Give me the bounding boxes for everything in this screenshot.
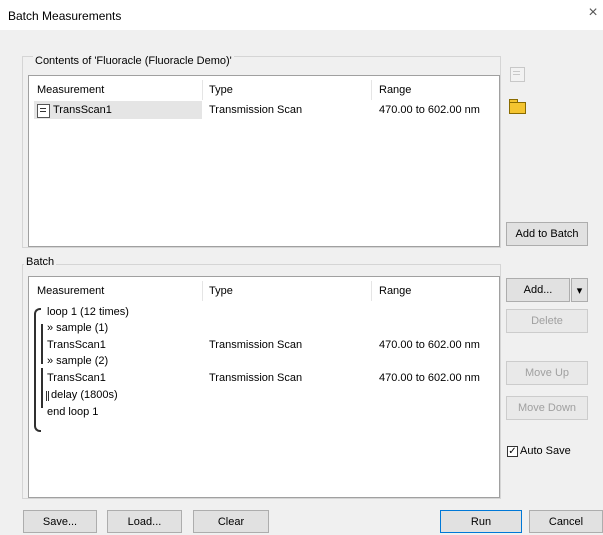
batch-list[interactable]: Measurement Type Range loop 1 (12 times)… [28,276,500,498]
add-button[interactable]: Add... [506,278,570,302]
loop-bracket-icon [34,308,41,432]
save-button[interactable]: Save... [23,510,97,533]
cancel-button[interactable]: Cancel [529,510,603,533]
batch-col-measurement[interactable]: Measurement [37,285,104,297]
batch-row-name[interactable]: loop 1 (12 times) [47,306,129,318]
contents-col-sep[interactable] [371,80,372,100]
open-folder-icon[interactable] [506,95,528,117]
batch-row-name[interactable]: end loop 1 [47,406,98,418]
add-button-label: Add... [523,284,553,296]
contents-row-range: 470.00 to 602.00 nm [379,104,480,116]
move-up-button[interactable]: Move Up [506,361,588,385]
contents-row-name[interactable]: TransScan1 [53,104,112,116]
clear-button[interactable]: Clear [193,510,269,533]
batch-row-name[interactable]: TransScan1 [47,339,106,351]
batch-col-sep[interactable] [371,281,372,301]
contents-col-type[interactable]: Type [209,84,233,96]
contents-row-type: Transmission Scan [209,104,303,116]
sample-bracket-icon [41,324,43,364]
delay-icon [48,391,49,401]
contents-group-label: Contents of 'Fluoracle (Fluoracle Demo)' [33,55,234,67]
chevron-down-icon: ▾ [576,284,583,297]
contents-list[interactable]: Measurement Type Range TransScan1 Transm… [28,75,500,247]
measurement-file-icon [37,104,50,118]
add-dropdown-button[interactable]: ▾ [571,278,588,302]
close-icon[interactable]: × [584,4,602,24]
properties-icon[interactable] [506,63,528,85]
batch-row-name[interactable]: delay (1800s) [51,389,118,401]
sample-bracket-icon [41,368,43,408]
batch-col-sep[interactable] [202,281,203,301]
run-button[interactable]: Run [440,510,522,533]
batch-row-type: Transmission Scan [209,372,303,384]
delay-icon [46,391,47,401]
batch-row-name[interactable]: » sample (2) [47,355,108,367]
batch-row-name[interactable]: » sample (1) [47,322,108,334]
add-to-batch-button[interactable]: Add to Batch [506,222,588,246]
batch-col-range[interactable]: Range [379,285,411,297]
load-button[interactable]: Load... [107,510,182,533]
batch-group-label: Batch [24,256,57,268]
batch-row-type: Transmission Scan [209,339,303,351]
batch-row-range: 470.00 to 602.00 nm [379,339,480,351]
window-title: Batch Measurements [8,9,122,23]
auto-save-label[interactable]: Auto Save [520,445,571,457]
delete-button[interactable]: Delete [506,309,588,333]
batch-row-range: 470.00 to 602.00 nm [379,372,480,384]
contents-col-range[interactable]: Range [379,84,411,96]
contents-col-measurement[interactable]: Measurement [37,84,104,96]
batch-col-type[interactable]: Type [209,285,233,297]
auto-save-checkbox[interactable]: ✓ [507,446,518,457]
move-down-button[interactable]: Move Down [506,396,588,420]
batch-row-name[interactable]: TransScan1 [47,372,106,384]
contents-col-sep[interactable] [202,80,203,100]
